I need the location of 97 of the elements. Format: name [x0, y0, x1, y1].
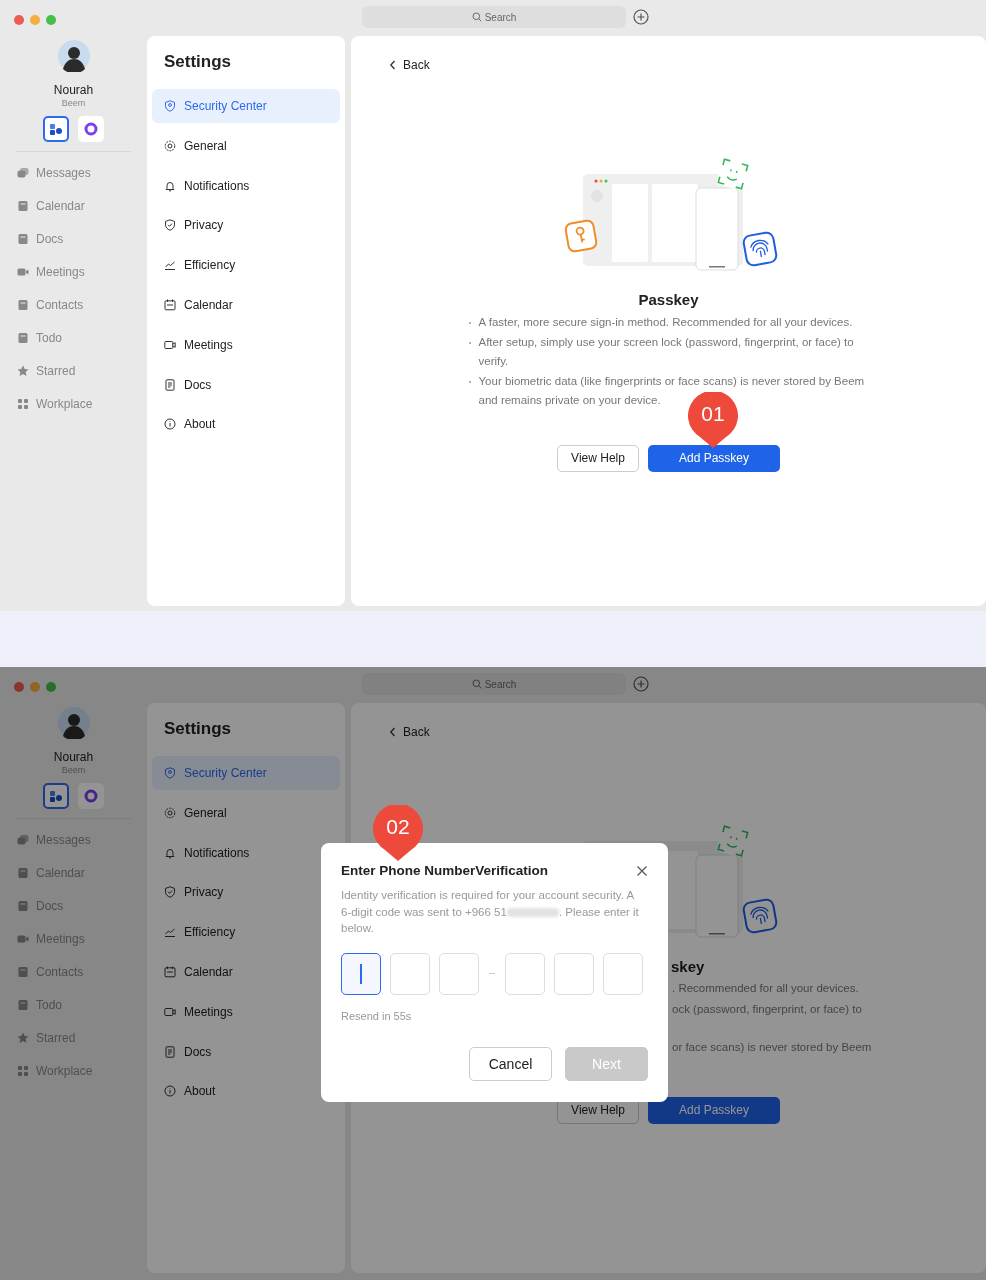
workspace-app-icon [49, 789, 63, 803]
grid-icon [17, 1064, 29, 1077]
messages-icon [17, 166, 29, 179]
chart-icon [164, 259, 176, 272]
star-icon [17, 1031, 29, 1044]
settings-menu-item[interactable]: General [152, 128, 340, 163]
video-icon [164, 1005, 176, 1018]
bell-icon [164, 846, 176, 859]
search-icon [471, 12, 482, 22]
video-icon [164, 338, 176, 351]
workspace-app-icon [49, 122, 63, 136]
bullet-text: . Recommended for all your devices. [672, 981, 859, 996]
bullet-text: or face scans) is never stored by Beem [672, 1039, 872, 1055]
nav-item[interactable]: Starred [0, 354, 147, 387]
workspace-app-button[interactable] [43, 783, 69, 809]
search-field[interactable]: Search [362, 673, 626, 695]
nav-item[interactable]: Meetings [0, 255, 147, 288]
settings-menu-item[interactable]: Privacy [152, 208, 340, 243]
bullet-text: ock (password, fingerprint, or face) to [672, 1002, 862, 1017]
maximize-window-button[interactable] [46, 15, 56, 25]
star-icon [17, 364, 29, 377]
ring-app-button[interactable] [78, 783, 104, 809]
nav-item[interactable]: Todo [0, 321, 147, 354]
settings-menu-item[interactable]: About [152, 407, 340, 442]
profile-name: Nourah [53, 750, 94, 764]
settings-menu-item[interactable]: Security Center [152, 89, 340, 123]
settings-title: Settings [163, 52, 233, 73]
search-icon [471, 679, 482, 689]
settings-menu-item[interactable]: About [152, 1074, 340, 1109]
ring-icon [84, 122, 98, 136]
redacted-digits [506, 907, 559, 917]
gear-icon [164, 139, 176, 152]
chevron-left-icon [389, 727, 397, 737]
avatar[interactable] [57, 707, 90, 739]
settings-menu-item[interactable]: Notifications [152, 835, 340, 870]
passkey-title: skey [671, 958, 705, 975]
profile-name: Nourah [53, 83, 94, 97]
add-passkey-button[interactable]: Add Passkey [648, 444, 780, 472]
messages-icon [17, 833, 29, 846]
bullet-text: A faster, more secure sign-in method. Recommended for all your devices. [478, 315, 853, 330]
ring-icon [84, 789, 98, 803]
ring-app-button[interactable] [78, 116, 104, 142]
settings-menu-item[interactable]: Docs [152, 1034, 340, 1069]
view-help-button[interactable]: View Help [557, 444, 639, 472]
cancel-button[interactable]: Cancel [469, 1046, 552, 1081]
maximize-window-button[interactable] [46, 682, 56, 692]
bell-icon [164, 179, 176, 192]
dialog-title: Enter Phone NumberVerification [341, 863, 549, 878]
nav-item[interactable]: Messages [0, 156, 147, 189]
passkey-title: Passkey [638, 291, 699, 308]
settings-menu-item[interactable]: Meetings [152, 327, 340, 362]
add-icon[interactable] [633, 676, 649, 692]
settings-menu-item[interactable]: Efficiency [152, 248, 340, 283]
shield-icon [164, 767, 176, 779]
close-window-button[interactable] [14, 15, 24, 25]
step-marker: 02 [373, 805, 423, 861]
step-marker: 01 [688, 392, 738, 448]
nav-item[interactable]: Calendar [0, 189, 147, 222]
back-button[interactable]: Back [389, 725, 430, 739]
settings-menu-item[interactable]: Meetings [152, 994, 340, 1029]
settings-menu-item[interactable]: Calendar [152, 288, 340, 322]
close-icon[interactable] [636, 864, 648, 877]
avatar[interactable] [57, 40, 90, 72]
shield-check-icon [164, 886, 176, 899]
chart-icon [164, 926, 176, 939]
settings-menu-item[interactable]: Calendar [152, 955, 340, 989]
code-input-field[interactable] [341, 952, 381, 995]
info-icon [164, 418, 176, 431]
nav-item[interactable]: Contacts [0, 288, 147, 321]
settings-menu-item[interactable]: Notifications [152, 168, 340, 203]
back-button[interactable]: Back [389, 58, 430, 72]
minimize-window-button[interactable] [30, 682, 40, 692]
close-window-button[interactable] [14, 682, 24, 692]
shield-icon [164, 100, 176, 112]
bullet-text: After setup, simply use your screen lock (password, fingerprint, or face) to verify. [478, 334, 855, 369]
shield-check-icon [164, 219, 176, 232]
workspace-app-button[interactable] [43, 116, 69, 142]
add-passkey-button[interactable]: Add Passkey [648, 1096, 780, 1124]
minimize-window-button[interactable] [30, 15, 40, 25]
settings-title: Settings [163, 719, 233, 740]
settings-menu-item[interactable]: Security Center [152, 756, 340, 790]
settings-menu-item[interactable]: Docs [152, 367, 340, 402]
add-icon[interactable] [633, 9, 649, 25]
settings-menu-item[interactable]: Privacy [152, 875, 340, 910]
dialog-description: Identity verification is required for your account security. A 6-digit code was sent to +966 51 . Please enter it below. [341, 888, 640, 936]
chevron-left-icon [389, 60, 397, 70]
dash-separator [489, 973, 495, 974]
search-field[interactable]: Search [362, 6, 626, 28]
gear-icon [164, 806, 176, 819]
resend-timer: Resend in 55s [341, 1009, 413, 1022]
settings-menu-item[interactable]: Efficiency [152, 915, 340, 950]
nav-item[interactable]: Docs [0, 222, 147, 255]
info-icon [164, 1085, 176, 1098]
organization-name: Beem [61, 98, 86, 108]
settings-menu-item[interactable]: General [152, 795, 340, 830]
nav-item[interactable]: Workplace [0, 387, 147, 420]
grid-icon [17, 397, 29, 410]
